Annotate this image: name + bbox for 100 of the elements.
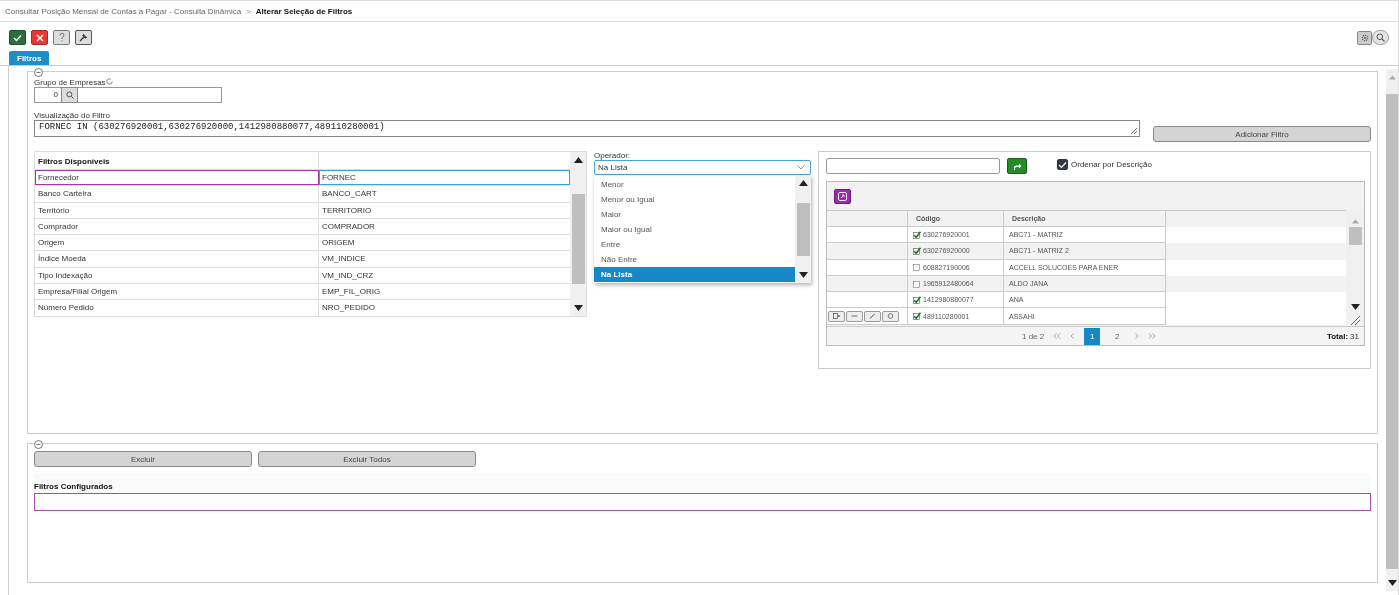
scrollbar-thumb[interactable] <box>571 194 585 284</box>
table-cell-text: VM_IND_CRZ <box>321 269 375 282</box>
refresh-icon[interactable] <box>105 78 113 85</box>
search-button[interactable] <box>1372 30 1389 45</box>
minus-icon <box>851 313 858 320</box>
check-icon <box>13 33 22 42</box>
scroll-down-icon[interactable] <box>573 305 583 311</box>
operator-option[interactable]: Entre <box>594 237 795 252</box>
scroll-down-icon[interactable] <box>798 272 808 278</box>
table-cell-text: COMPRADOR <box>321 220 376 233</box>
table-cell-text: TERRITORIO <box>321 204 373 217</box>
scroll-down-icon[interactable] <box>1350 304 1360 310</box>
lookup-button[interactable] <box>61 87 78 103</box>
operator-option[interactable]: Na Lista <box>594 267 795 282</box>
breadcrumb-link[interactable]: Consultar Posição Mensal de Contas a Pagar - Consulta Dinâmica <box>5 6 242 16</box>
tools-button[interactable] <box>75 30 92 45</box>
help-button[interactable] <box>53 30 70 45</box>
table-cell-text: VM_INDICE <box>321 253 367 266</box>
operator-select[interactable]: Na Lista <box>594 160 811 175</box>
collapse-icon[interactable] <box>34 68 43 77</box>
forward-arrow-icon <box>1012 162 1022 170</box>
chevron-down-icon <box>797 165 805 170</box>
question-icon <box>58 33 65 42</box>
filter-row[interactable]: Número Pedido NRO_PEDIDO <box>35 300 570 317</box>
expand-button[interactable] <box>834 188 851 204</box>
table-cell: Número Pedido <box>35 300 319 316</box>
operator-option[interactable]: Menor ou Igual <box>594 192 795 207</box>
breadcrumb-separator: > <box>246 6 251 16</box>
confirm-button[interactable] <box>9 30 26 45</box>
table-cell-text: BANCO_CART <box>321 188 378 201</box>
pencil-icon <box>869 313 876 320</box>
scroll-up-icon[interactable] <box>573 157 583 163</box>
resize-handle-icon[interactable] <box>1350 316 1360 325</box>
search-icon <box>887 313 894 320</box>
new-record-button[interactable] <box>828 310 845 322</box>
breadcrumb-current: Alterar Seleção de Filtros <box>255 6 353 16</box>
table-cell: Origem <box>35 235 319 251</box>
scroll-down-icon[interactable] <box>1388 580 1397 586</box>
table-cell: Território <box>35 202 319 218</box>
remove-button[interactable] <box>846 310 863 322</box>
table-cell: Fornecedor <box>35 170 319 186</box>
filter-row[interactable]: Território TERRITORIO <box>35 202 570 219</box>
company-group-name-field[interactable] <box>78 87 222 103</box>
table-cell: FORNEC <box>319 170 570 186</box>
cancel-button[interactable] <box>31 30 48 45</box>
page-summary: 1 de 2 <box>1022 331 1045 341</box>
checkbox[interactable] <box>913 263 921 272</box>
add-filter-button[interactable]: Adicionar Filtro <box>1153 126 1371 142</box>
checkmark-icon[interactable] <box>913 312 921 321</box>
field-label: Operador: <box>594 151 632 160</box>
filter-row[interactable]: Comprador COMPRADOR <box>35 218 570 236</box>
order-checkbox[interactable] <box>1057 159 1068 170</box>
delete-button[interactable]: Excluir Todos <box>258 451 476 467</box>
table-cell: Empresa/Filial Origem <box>35 284 319 300</box>
checkmark-icon[interactable] <box>913 230 921 239</box>
field-label: Visualização do Filtro <box>34 111 110 120</box>
collapse-icon[interactable] <box>34 440 43 449</box>
filter-row[interactable]: Origem ORIGEM <box>35 235 570 252</box>
field-label: Filtros Configurados <box>34 482 114 491</box>
field-label: Grupo de Empresas <box>34 78 106 87</box>
page-button[interactable]: 1 <box>1084 327 1101 345</box>
scrollbar-thumb[interactable] <box>796 202 810 256</box>
delete-button[interactable]: Excluir <box>34 451 252 467</box>
filter-row[interactable]: Fornecedor FORNEC <box>35 170 570 187</box>
table-cell-text: NRO_PEDIDO <box>321 302 376 315</box>
operator-option[interactable]: Não Entre <box>594 252 795 267</box>
checkmark-icon[interactable] <box>913 295 921 304</box>
resize-handle-icon[interactable] <box>1131 128 1137 134</box>
page-button[interactable]: 2 <box>1109 327 1126 345</box>
scrollbar-thumb[interactable] <box>1348 227 1362 245</box>
total-label: Total: <box>1326 331 1349 341</box>
filter-row[interactable]: Banco Carteira BANCO_CART <box>35 186 570 203</box>
document-icon <box>833 313 840 320</box>
scrollbar[interactable] <box>795 175 811 283</box>
filter-row[interactable]: Índice Moeda VM_INDICE <box>35 251 570 268</box>
scroll-up-icon[interactable] <box>798 180 808 186</box>
table-cell-text: ORIGEM <box>321 237 356 250</box>
filter-row[interactable]: Tipo Indexação VM_IND_CRZ <box>35 267 570 285</box>
table-cell: Comprador <box>35 218 319 235</box>
search-button[interactable] <box>882 310 899 322</box>
settings-button[interactable] <box>1357 30 1372 45</box>
apply-button[interactable] <box>1007 158 1027 174</box>
close-icon <box>35 33 44 42</box>
operator-option[interactable]: Menor <box>594 177 795 192</box>
checkmark-icon[interactable] <box>913 246 921 255</box>
operator-option[interactable]: Maior <box>594 207 795 222</box>
edit-button[interactable] <box>864 310 881 322</box>
table-cell-text: EMP_FIL_ORIG <box>321 286 382 299</box>
operator-option[interactable]: Maior ou Igual <box>594 222 795 237</box>
filters-tab[interactable]: Filtros <box>9 51 50 65</box>
configured-filters-field[interactable] <box>34 493 1371 511</box>
checkbox[interactable] <box>913 279 921 288</box>
filter-row[interactable]: Empresa/Filial Origem EMP_FIL_ORIG <box>35 284 570 301</box>
search-icon <box>65 91 74 99</box>
table-cell: Índice Moeda <box>35 251 319 267</box>
expand-icon <box>838 191 847 201</box>
search-field[interactable] <box>826 158 1000 174</box>
table-cell: Banco Carteira <box>35 186 319 202</box>
column-header: Filtros Disponíveis <box>35 152 319 169</box>
filter-preview-field[interactable]: FORNEC IN (630276920001,630276920000,1412980880077,489110280001) <box>34 120 1140 137</box>
